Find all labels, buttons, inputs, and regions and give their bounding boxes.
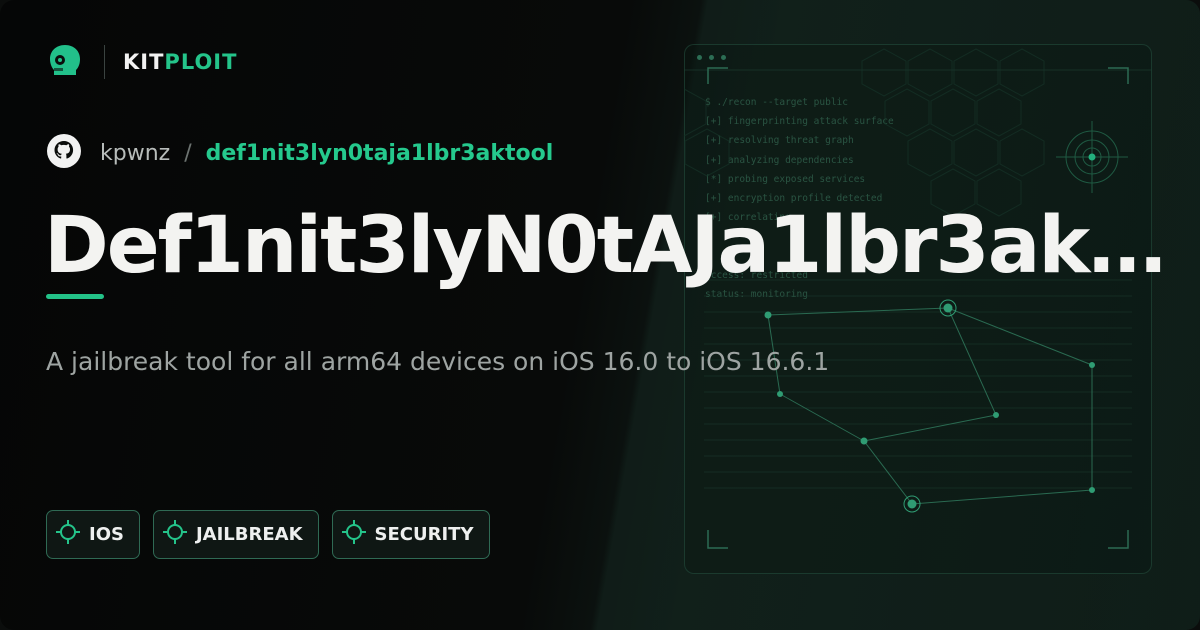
tag-ios[interactable]: IOS bbox=[46, 510, 140, 559]
breadcrumb: kpwnz / def1nit3lyn0taja1lbr3aktool bbox=[46, 133, 553, 173]
page-title: Def1nit3lyN0tAJa1lbr3ak… bbox=[44, 201, 1166, 291]
crosshair-icon bbox=[341, 519, 367, 550]
window-dot bbox=[709, 55, 714, 60]
brand-name-part2: PLOIT bbox=[164, 50, 238, 74]
title-underline bbox=[46, 294, 104, 299]
social-card: $ ./recon --target public [+] fingerprin… bbox=[0, 0, 1200, 630]
brand-divider bbox=[104, 45, 105, 79]
repo-name[interactable]: def1nit3lyn0taja1lbr3aktool bbox=[206, 141, 554, 166]
terminal-line: [*] probing exposed services bbox=[705, 173, 866, 185]
terminal-line: [+] analyzing dependencies bbox=[705, 154, 854, 166]
terminal-line: [+] resolving threat graph bbox=[705, 135, 854, 147]
brand-header: KITPLOIT bbox=[46, 42, 237, 82]
crosshair-icon bbox=[162, 519, 188, 550]
terminal-line: $ ./recon --target public bbox=[705, 97, 848, 108]
tag-label: SECURITY bbox=[374, 524, 474, 545]
crosshair-icon bbox=[55, 519, 81, 550]
window-dot bbox=[697, 55, 702, 60]
brand-name-part1: KIT bbox=[123, 50, 165, 74]
description: A jailbreak tool for all arm64 devices o… bbox=[46, 347, 830, 376]
kitploit-helmet-icon bbox=[46, 41, 84, 84]
tag-jailbreak[interactable]: JAILBREAK bbox=[152, 510, 319, 559]
tag-label: IOS bbox=[89, 524, 124, 545]
window-dot bbox=[721, 55, 726, 60]
breadcrumb-separator: / bbox=[184, 140, 192, 166]
tag-label: JAILBREAK bbox=[195, 524, 303, 545]
terminal-line: [+] fingerprinting attack surface bbox=[705, 116, 894, 128]
terminal-panel: $ ./recon --target public [+] fingerprin… bbox=[684, 44, 1152, 574]
tag-list: IOS JAILBREAK SECURITY bbox=[46, 510, 490, 559]
window-dots bbox=[697, 55, 726, 60]
brand-name[interactable]: KITPLOIT bbox=[123, 50, 237, 74]
repo-owner[interactable]: kpwnz bbox=[100, 141, 170, 166]
github-icon bbox=[46, 133, 82, 174]
tag-security[interactable]: SECURITY bbox=[331, 510, 490, 559]
